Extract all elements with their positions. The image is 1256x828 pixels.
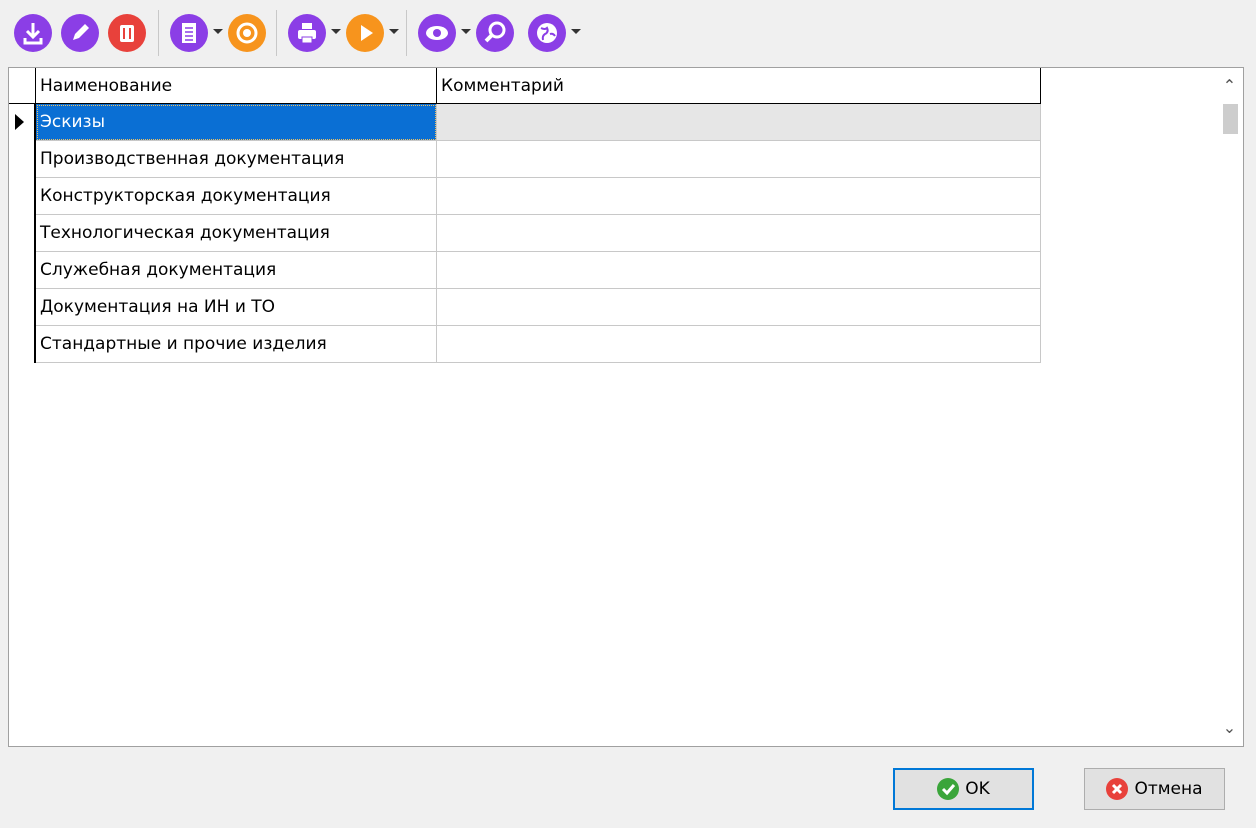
- ok-button-label: OK: [965, 779, 990, 799]
- cell-comment[interactable]: [437, 215, 1041, 252]
- table-row[interactable]: Технологическая документация: [9, 215, 1041, 252]
- table-row[interactable]: Конструкторская документация: [9, 178, 1041, 215]
- document-icon[interactable]: [170, 14, 208, 52]
- cell-name[interactable]: Документация на ИН и ТО: [36, 289, 437, 326]
- data-grid[interactable]: Наименование Комментарий Эскизы Производ…: [8, 67, 1244, 747]
- scroll-down-chevron-icon[interactable]: ⌄: [1216, 710, 1243, 746]
- column-header-comment[interactable]: Комментарий: [437, 68, 1041, 104]
- cell-comment[interactable]: [437, 104, 1041, 141]
- toolbar-separator: [158, 10, 159, 56]
- printer-icon[interactable]: [288, 14, 326, 52]
- close-icon: [1106, 778, 1129, 800]
- play-dropdown-arrow[interactable]: [389, 29, 399, 34]
- vertical-scrollbar[interactable]: ⌃ ⌄: [1216, 68, 1243, 746]
- row-indicator: [9, 252, 36, 289]
- pencil-icon[interactable]: [61, 14, 99, 52]
- document-dropdown-arrow[interactable]: [213, 29, 223, 34]
- download-icon[interactable]: [14, 14, 52, 52]
- scroll-up-chevron-icon[interactable]: ⌃: [1216, 68, 1243, 104]
- current-row-arrow-icon: [15, 114, 24, 130]
- table-row[interactable]: Эскизы: [9, 104, 1041, 141]
- cell-name[interactable]: Стандартные и прочие изделия: [36, 326, 437, 363]
- table-row[interactable]: Производственная документация: [9, 141, 1041, 178]
- trash-icon[interactable]: [108, 14, 146, 52]
- ok-button[interactable]: OK: [893, 768, 1034, 810]
- cell-name[interactable]: Служебная документация: [36, 252, 437, 289]
- cell-comment[interactable]: [437, 326, 1041, 363]
- cell-comment[interactable]: [437, 252, 1041, 289]
- toolbar-separator: [276, 10, 277, 56]
- cell-comment[interactable]: [437, 141, 1041, 178]
- row-indicator: [9, 104, 36, 141]
- cell-name[interactable]: Эскизы: [36, 104, 437, 141]
- checkmark-icon: [937, 778, 960, 800]
- table-row[interactable]: Служебная документация: [9, 252, 1041, 289]
- row-indicator: [9, 326, 36, 363]
- play-icon[interactable]: [346, 14, 384, 52]
- search-icon[interactable]: [476, 14, 514, 52]
- row-indicator: [9, 178, 36, 215]
- table-row[interactable]: Документация на ИН и ТО: [9, 289, 1041, 326]
- scrollbar-thumb[interactable]: [1223, 104, 1238, 134]
- cell-comment[interactable]: [437, 289, 1041, 326]
- globe-dropdown-arrow[interactable]: [571, 29, 581, 34]
- header-indicator: [9, 68, 36, 104]
- row-indicator: [9, 215, 36, 252]
- toolbar-separator: [406, 10, 407, 56]
- printer-dropdown-arrow[interactable]: [331, 29, 341, 34]
- cancel-button[interactable]: Отмена: [1084, 768, 1225, 810]
- cell-name[interactable]: Производственная документация: [36, 141, 437, 178]
- eye-icon[interactable]: [418, 14, 456, 52]
- eye-dropdown-arrow[interactable]: [461, 29, 471, 34]
- row-indicator: [9, 289, 36, 326]
- table-row[interactable]: Стандартные и прочие изделия: [9, 326, 1041, 363]
- column-header-name[interactable]: Наименование: [36, 68, 437, 104]
- globe-icon[interactable]: [528, 14, 566, 52]
- cell-name[interactable]: Конструкторская документация: [36, 178, 437, 215]
- cancel-button-label: Отмена: [1134, 779, 1203, 799]
- row-indicator: [9, 141, 36, 178]
- cell-name[interactable]: Технологическая документация: [36, 215, 437, 252]
- refresh-icon[interactable]: [228, 14, 266, 52]
- toolbar: [0, 0, 1256, 66]
- cell-comment[interactable]: [437, 178, 1041, 215]
